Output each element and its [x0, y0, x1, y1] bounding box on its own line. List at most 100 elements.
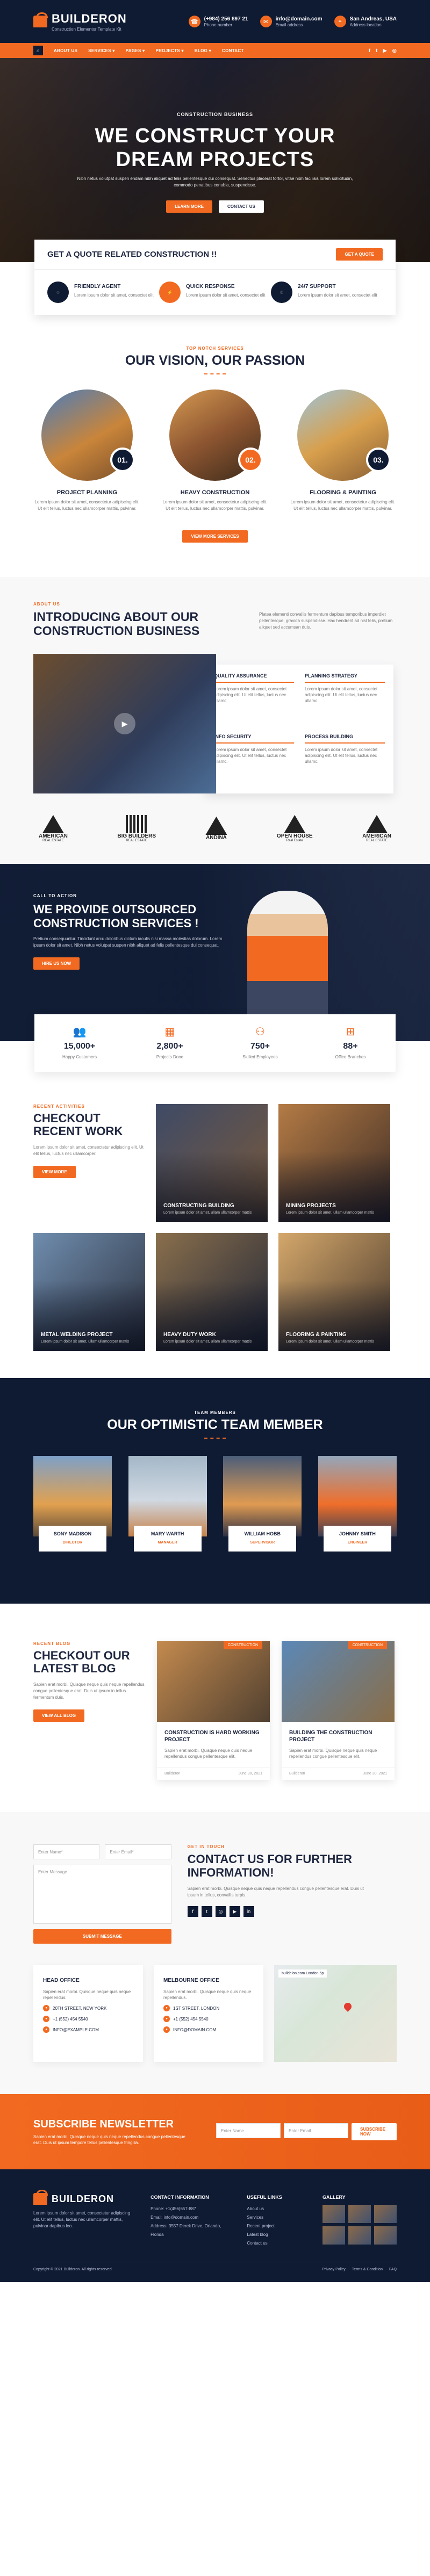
- office-phone[interactable]: +1 (552) 454 5540: [53, 2017, 88, 2022]
- footer-logo[interactable]: BUILDERON: [33, 2190, 132, 2205]
- member-name: JOHNNY SMITH: [339, 1531, 376, 1536]
- facebook-icon[interactable]: f: [369, 48, 370, 54]
- twitter-icon[interactable]: t: [376, 48, 377, 54]
- service-card[interactable]: 02. HEAVY CONSTRUCTION Lorem ipsum dolor s…: [161, 389, 269, 512]
- progress-bar: [214, 742, 294, 744]
- office-text: Sapien erat morbi. Quisque neque quis ne…: [43, 1989, 131, 2000]
- team-member-card[interactable]: JOHNNY SMITH ENGINEER: [318, 1456, 397, 1552]
- brand-name: BUILDERON: [52, 11, 127, 25]
- nav-about[interactable]: ABOUT US: [48, 48, 83, 53]
- post-tag[interactable]: CONSTRUCTION: [348, 1641, 387, 1649]
- view-more-services-button[interactable]: VIEW MORE SERVICES: [182, 530, 248, 543]
- service-card[interactable]: 03. FLOORING & PAINTING Lorem ipsum dolor …: [289, 389, 397, 512]
- footer-address: Address: 3557 Derek Drive, Orlando, Flor…: [150, 2224, 221, 2237]
- recent-text: Lorem ipsum dolor sit amet, consectetur …: [33, 1145, 144, 1156]
- newsletter-section: SUBSCRIBE NEWSLETTER Sapien erat morbi. …: [0, 2094, 430, 2169]
- post-image: CONSTRUCTION: [157, 1641, 270, 1722]
- nav-projects[interactable]: PROJECTS ▾: [150, 48, 189, 53]
- contact-eyebrow: GET IN TOUCH: [187, 1844, 225, 1849]
- address-info: ⌖ San Andreas, USA Address location: [334, 16, 397, 27]
- client-logo[interactable]: OPEN HOUSE Real Estate: [277, 815, 313, 842]
- nav-blog[interactable]: BLOG ▾: [189, 48, 217, 53]
- blog-post-card[interactable]: CONSTRUCTION BUILDING THE CONSTRUCTION PR…: [282, 1641, 395, 1780]
- youtube-icon[interactable]: ▶: [383, 48, 387, 54]
- gallery-thumb[interactable]: [374, 2205, 397, 2223]
- work-card[interactable]: FLOORING & PAINTING Lorem ipsum dolor sit…: [278, 1233, 390, 1351]
- footer-about: Lorem ipsum dolor sit amet, consectetur …: [33, 2211, 131, 2228]
- team-member-card[interactable]: WILLIAM HOBB SUPERVISOR: [223, 1456, 302, 1552]
- view-all-blog-button[interactable]: VIEW ALL BLOG: [33, 1709, 85, 1722]
- work-card[interactable]: CONSTRUCTING BUILDING Lorem ipsum dolor s…: [156, 1104, 268, 1222]
- play-icon[interactable]: ▶: [114, 713, 135, 734]
- gallery-thumb[interactable]: [348, 2226, 371, 2245]
- linkedin-icon[interactable]: in: [243, 1906, 254, 1917]
- newsletter-email-input[interactable]: Enter Email: [284, 2123, 348, 2138]
- contact-us-button[interactable]: CONTACT US: [218, 200, 264, 213]
- footer-link[interactable]: Services: [247, 2213, 304, 2222]
- terms-link[interactable]: Terms & Condition: [352, 2268, 383, 2271]
- location-icon: ●: [43, 2005, 49, 2011]
- post-author: Builderon: [164, 1772, 181, 1776]
- gallery-thumb[interactable]: [348, 2205, 371, 2223]
- team-member-card[interactable]: SONY MADISON DIRECTOR: [33, 1456, 112, 1552]
- blog-post-card[interactable]: CONSTRUCTION CONSTRUCTION IS HARD WORKING…: [157, 1641, 270, 1780]
- work-card[interactable]: MINING PROJECTS Lorem ipsum dolor sit ame…: [278, 1104, 390, 1222]
- about-video[interactable]: ▶: [33, 654, 216, 793]
- nav-services[interactable]: SERVICES ▾: [83, 48, 120, 53]
- learn-more-button[interactable]: LEARN MORE: [166, 200, 212, 213]
- feature-text: Lorem ipsum dolor sit amet, consectet el…: [298, 293, 377, 298]
- name-input[interactable]: Enter Name*: [33, 1844, 100, 1859]
- nav-contact[interactable]: CONTACT: [217, 48, 249, 53]
- team-member-card[interactable]: MARY WARTH MANAGER: [128, 1456, 207, 1552]
- logo[interactable]: BUILDERON Construction Elementor Templat…: [33, 12, 127, 32]
- footer-link[interactable]: Latest blog: [247, 2231, 304, 2239]
- footer-email[interactable]: Email: info@domain.com: [150, 2213, 228, 2222]
- client-logo[interactable]: AMERICAN REAL ESTATE: [362, 815, 391, 842]
- work-card[interactable]: METAL WELDING PROJECT Lorem ipsum dolor s…: [33, 1233, 145, 1351]
- client-sub: REAL ESTATE: [126, 839, 147, 842]
- subscribe-button[interactable]: SUBSCRIBE NOW: [352, 2123, 397, 2140]
- footer-link[interactable]: Contact us: [247, 2239, 304, 2248]
- email-value: info@domain.com: [275, 16, 322, 22]
- newsletter-name-input[interactable]: Enter Name: [216, 2123, 281, 2138]
- footer-link[interactable]: Recent project: [247, 2222, 304, 2231]
- youtube-icon[interactable]: ▶: [229, 1906, 240, 1917]
- member-role: SUPERVISOR: [250, 1541, 275, 1545]
- instagram-icon[interactable]: ◎: [392, 48, 397, 54]
- post-title[interactable]: BUILDING THE CONSTRUCTION PROJECT: [289, 1729, 387, 1743]
- message-textarea[interactable]: Enter Message: [33, 1865, 171, 1924]
- footer-phone[interactable]: Phone: +1(456)657-887: [150, 2205, 228, 2213]
- about-item-title: PROCESS BUILDING: [305, 734, 354, 739]
- submit-message-button[interactable]: SUBMIT MESSAGE: [33, 1929, 171, 1944]
- office-email[interactable]: INFO@EXAMPLE.COM: [53, 2027, 99, 2032]
- facebook-icon[interactable]: f: [187, 1906, 198, 1917]
- office-email[interactable]: INFO@DOMAIN.COM: [173, 2027, 216, 2032]
- client-name: BIG BUILDERS: [117, 833, 156, 839]
- service-card[interactable]: 01. PROJECT PLANNING Lorem ipsum dolor sit…: [33, 389, 141, 512]
- privacy-link[interactable]: Privacy Policy: [322, 2268, 346, 2271]
- instagram-icon[interactable]: ◎: [215, 1906, 226, 1917]
- gallery-thumb[interactable]: [322, 2226, 345, 2245]
- client-logo[interactable]: AMERICAN REAL ESTATE: [39, 815, 68, 842]
- post-title[interactable]: CONSTRUCTION IS HARD WORKING PROJECT: [164, 1729, 262, 1743]
- footer-link[interactable]: About us: [247, 2205, 304, 2213]
- gallery-thumb[interactable]: [322, 2205, 345, 2223]
- hire-us-button[interactable]: HIRE US NOW: [33, 957, 80, 970]
- building-icon: [42, 815, 64, 833]
- home-icon[interactable]: ⌂: [33, 46, 43, 55]
- email-input[interactable]: Enter Email*: [105, 1844, 171, 1859]
- nav-pages[interactable]: PAGES ▾: [120, 48, 150, 53]
- client-logo[interactable]: BIG BUILDERS REAL ESTATE: [117, 815, 156, 842]
- twitter-icon[interactable]: t: [201, 1906, 212, 1917]
- view-more-button[interactable]: VIEW MORE: [33, 1166, 76, 1178]
- faq-link[interactable]: FAQ: [389, 2268, 397, 2271]
- location-map[interactable]: bulldelon.com London 5p: [274, 1965, 397, 2062]
- get-quote-button[interactable]: GET A QUOTE: [336, 248, 383, 261]
- work-card[interactable]: HEAVY DUTY WORK Lorem ipsum dolor sit ame…: [156, 1233, 268, 1351]
- gallery-thumb[interactable]: [374, 2226, 397, 2245]
- post-tag[interactable]: CONSTRUCTION: [223, 1641, 262, 1649]
- office-phone[interactable]: +1 (552) 454 5540: [173, 2017, 209, 2022]
- recent-title: CHECKOUT RECENT WORK: [33, 1112, 123, 1138]
- map-pin-icon[interactable]: [342, 2001, 353, 2012]
- client-logo[interactable]: ANDINA: [205, 817, 227, 841]
